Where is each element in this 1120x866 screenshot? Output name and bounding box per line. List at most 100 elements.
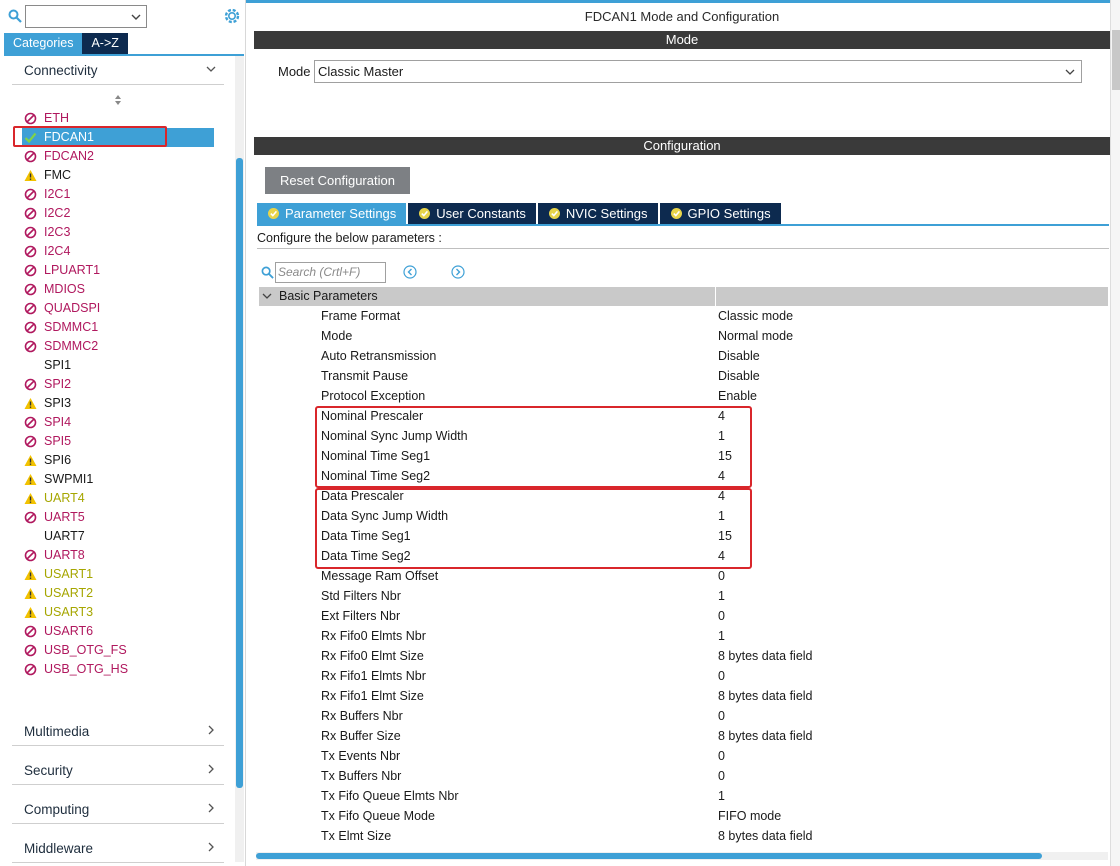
peripheral-label: SWPMI1 [44,472,94,486]
peripheral-item-spi1[interactable]: SPI1 [22,356,214,375]
horizontal-scrollbar[interactable] [256,852,1108,860]
peripheral-item-i2c2[interactable]: I2C2 [22,204,214,223]
parameter-row[interactable]: Rx Fifo1 Elmts Nbr 0 [259,666,1108,686]
parameter-row[interactable]: Tx Elmt Size 8 bytes data field [259,826,1108,846]
peripheral-item-uart4[interactable]: UART4 [22,489,214,508]
peripheral-item-usart6[interactable]: USART6 [22,622,214,641]
tab-nvic-settings[interactable]: NVIC Settings [537,203,658,224]
parameter-value[interactable]: FIFO mode [718,809,781,823]
peripheral-item-uart7[interactable]: UART7 [22,527,214,546]
peripheral-item-usb_otg_hs[interactable]: USB_OTG_HS [22,660,214,679]
disabled-icon [24,549,37,562]
peripheral-item-usart2[interactable]: USART2 [22,584,214,603]
parameter-row[interactable]: Std Filters Nbr 1 [259,586,1108,606]
chevron-down-icon[interactable] [262,291,272,301]
parameter-value[interactable]: Disable [718,349,760,363]
peripheral-item-spi6[interactable]: SPI6 [22,451,214,470]
parameter-row[interactable]: Rx Buffers Nbr 0 [259,706,1108,726]
parameter-value[interactable]: 0 [718,709,725,723]
parameter-row[interactable]: Transmit Pause Disable [259,366,1108,386]
peripheral-item-lpuart1[interactable]: LPUART1 [22,261,214,280]
parameter-value[interactable]: Normal mode [718,329,793,343]
category-multimedia[interactable]: Multimedia [12,716,224,746]
sort-icon[interactable] [113,94,123,106]
category-middleware[interactable]: Middleware [12,833,224,863]
parameter-value[interactable]: 1 [718,589,725,603]
peripheral-item-sdmmc2[interactable]: SDMMC2 [22,337,214,356]
chevron-down-icon[interactable] [1065,67,1075,77]
parameter-value[interactable]: 8 bytes data field [718,829,813,843]
peripheral-item-spi3[interactable]: SPI3 [22,394,214,413]
peripheral-item-i2c1[interactable]: I2C1 [22,185,214,204]
peripheral-item-usart3[interactable]: USART3 [22,603,214,622]
category-computing[interactable]: Computing [12,794,224,824]
parameter-row[interactable]: Message Ram Offset 0 [259,566,1108,586]
scrollbar-thumb[interactable] [1112,30,1120,90]
peripheral-item-spi5[interactable]: SPI5 [22,432,214,451]
category-security[interactable]: Security [12,755,224,785]
peripheral-item-uart5[interactable]: UART5 [22,508,214,527]
parameter-row[interactable]: Tx Buffers Nbr 0 [259,766,1108,786]
parameter-value[interactable]: 0 [718,749,725,763]
category-connectivity[interactable]: Connectivity [12,55,224,85]
peripheral-item-mdios[interactable]: MDIOS [22,280,214,299]
parameter-row[interactable]: Rx Buffer Size 8 bytes data field [259,726,1108,746]
parameter-search-input[interactable]: Search (Crtl+F) [275,262,386,283]
peripheral-label: USART6 [44,624,94,638]
previous-match-icon[interactable] [403,265,417,279]
parameter-row[interactable]: Rx Fifo0 Elmts Nbr 1 [259,626,1108,646]
peripheral-item-sdmmc1[interactable]: SDMMC1 [22,318,214,337]
parameter-row[interactable]: Mode Normal mode [259,326,1108,346]
parameter-value[interactable]: 0 [718,669,725,683]
parameter-value[interactable]: 0 [718,769,725,783]
peripheral-item-uart8[interactable]: UART8 [22,546,214,565]
mode-select[interactable]: Classic Master [314,60,1082,83]
group-basic-parameters[interactable]: Basic Parameters [259,287,1108,306]
parameter-name: Tx Fifo Queue Mode [321,809,435,823]
parameter-row[interactable]: Frame Format Classic mode [259,306,1108,326]
tab-categories[interactable]: Categories [4,33,83,54]
peripheral-item-quadspi[interactable]: QUADSPI [22,299,214,318]
parameter-value[interactable]: 1 [718,629,725,643]
tab-parameter-settings[interactable]: Parameter Settings [257,203,407,224]
warning-icon [24,474,37,485]
parameter-row[interactable]: Auto Retransmission Disable [259,346,1108,366]
peripheral-item-spi2[interactable]: SPI2 [22,375,214,394]
parameter-row[interactable]: Protocol Exception Enable [259,386,1108,406]
parameter-row[interactable]: Rx Fifo1 Elmt Size 8 bytes data field [259,686,1108,706]
parameter-value[interactable]: 0 [718,569,725,583]
peripheral-item-spi4[interactable]: SPI4 [22,413,214,432]
parameter-value[interactable]: Enable [718,389,757,403]
category-search-combo[interactable] [25,5,147,28]
peripheral-item-fmc[interactable]: FMC [22,166,214,185]
parameter-value[interactable]: 8 bytes data field [718,649,813,663]
peripheral-item-fdcan2[interactable]: FDCAN2 [22,147,214,166]
parameter-value[interactable]: Disable [718,369,760,383]
left-scrollbar[interactable] [235,56,244,862]
tab-gpio-settings[interactable]: GPIO Settings [659,203,781,224]
parameter-value[interactable]: 1 [718,789,725,803]
peripheral-item-i2c4[interactable]: I2C4 [22,242,214,261]
parameter-row[interactable]: Tx Events Nbr 0 [259,746,1108,766]
next-match-icon[interactable] [451,265,465,279]
parameter-row[interactable]: Tx Fifo Queue Elmts Nbr 1 [259,786,1108,806]
peripheral-item-usart1[interactable]: USART1 [22,565,214,584]
gear-icon[interactable] [222,6,242,26]
peripheral-item-i2c3[interactable]: I2C3 [22,223,214,242]
reset-configuration-button[interactable]: Reset Configuration [265,167,410,194]
parameter-row[interactable]: Tx Fifo Queue Mode FIFO mode [259,806,1108,826]
parameter-row[interactable]: Rx Fifo0 Elmt Size 8 bytes data field [259,646,1108,666]
chevron-down-icon[interactable] [131,12,141,22]
tab-user-constants[interactable]: User Constants [408,203,536,224]
tab-a-z[interactable]: A->Z [82,33,128,54]
scrollbar-thumb[interactable] [236,158,243,788]
scrollbar-thumb[interactable] [256,853,1042,859]
parameter-row[interactable]: Ext Filters Nbr 0 [259,606,1108,626]
peripheral-item-usb_otg_fs[interactable]: USB_OTG_FS [22,641,214,660]
parameter-value[interactable]: 0 [718,609,725,623]
parameter-value[interactable]: Classic mode [718,309,793,323]
peripheral-item-swpmi1[interactable]: SWPMI1 [22,470,214,489]
window-scrollbar[interactable] [1110,0,1120,866]
parameter-value[interactable]: 8 bytes data field [718,689,813,703]
parameter-value[interactable]: 8 bytes data field [718,729,813,743]
